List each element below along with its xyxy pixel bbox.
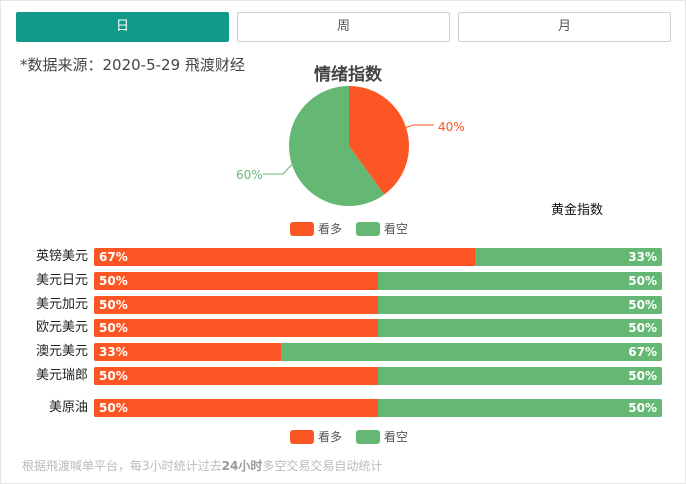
pie-leader-line-bull: [405, 124, 434, 128]
row-bull-pct: 50%: [99, 401, 128, 415]
row-bar-bull: [94, 399, 378, 417]
legend-swatch-bear[interactable]: [355, 221, 380, 236]
footnote-pre: 根据飛渡喊单平台，每3小时统计过去: [22, 459, 222, 473]
row-bar[interactable]: 50% 50%: [94, 399, 662, 417]
row-bar[interactable]: 33% 67%: [94, 343, 662, 361]
row-bear-pct: 50%: [628, 321, 657, 335]
pie-label-bull: 40%: [438, 120, 465, 134]
row-bull-pct: 50%: [99, 274, 128, 288]
row-bull-pct: 67%: [99, 250, 128, 264]
sentiment-row: 欧元美元 50% 50%: [16, 318, 664, 338]
sentiment-row: 美原油 50% 50%: [16, 398, 664, 418]
row-bear-pct: 33%: [628, 250, 657, 264]
row-bear-pct: 50%: [628, 274, 657, 288]
pie-label-bear: 60%: [236, 168, 263, 182]
row-bar-bear: [378, 399, 662, 417]
row-bar[interactable]: 50% 50%: [94, 272, 662, 290]
bars-legend: 看多 看空: [290, 428, 418, 444]
legend-swatch-bull[interactable]: [290, 429, 314, 444]
row-bar-bull: [94, 296, 378, 314]
legend-swatch-bull[interactable]: [290, 221, 314, 236]
row-name: 澳元美元: [35, 344, 88, 359]
row-bear-pct: 50%: [628, 401, 657, 415]
row-name: 美元加元: [35, 297, 88, 312]
legend-label-bear[interactable]: 看空: [384, 430, 408, 444]
footnote: 根据飛渡喊单平台，每3小时统计过去24小时多空交易交易自动统计: [22, 457, 382, 474]
row-bar-bull: [94, 367, 378, 385]
row-bull-pct: 50%: [99, 321, 128, 335]
row-bear-pct: 50%: [628, 298, 657, 312]
row-bar-bear: [378, 296, 662, 314]
row-bar[interactable]: 50% 50%: [94, 319, 662, 337]
legend-label-bull[interactable]: 看多: [318, 222, 342, 236]
row-name: 美元日元: [35, 273, 88, 288]
sentiment-row: 美元加元 50% 50%: [16, 295, 664, 315]
row-bar-bull: [94, 248, 475, 266]
gold-index-label: 黄金指数: [551, 203, 604, 218]
row-bar[interactable]: 50% 50%: [94, 296, 662, 314]
pie-leader-line-bear: [263, 164, 293, 175]
row-bear-pct: 67%: [628, 345, 657, 359]
sentiment-row: 美元日元 50% 50%: [16, 271, 664, 291]
row-name: 欧元美元: [35, 320, 88, 335]
legend-label-bear[interactable]: 看空: [384, 222, 408, 236]
row-bar[interactable]: 50% 50%: [94, 367, 662, 385]
row-name: 美原油: [48, 400, 88, 415]
row-bear-pct: 50%: [628, 369, 657, 383]
row-bar-bear: [281, 343, 662, 361]
pie-legend: 看多 看空: [290, 220, 418, 236]
row-bull-pct: 50%: [99, 298, 128, 312]
sentiment-row: 澳元美元 33% 67%: [16, 342, 664, 362]
row-bar[interactable]: 67% 33%: [94, 248, 662, 266]
legend-swatch-bear[interactable]: [355, 429, 380, 444]
row-bar-bear: [378, 272, 662, 290]
row-bar-bear: [378, 319, 662, 337]
footnote-bold: 24小时: [221, 459, 263, 473]
row-bar-bull: [94, 319, 378, 337]
sentiment-row: 美元瑞郎 50% 50%: [16, 366, 664, 386]
legend-label-bull[interactable]: 看多: [318, 430, 342, 444]
row-bar-bear: [378, 367, 662, 385]
footnote-post: 多空交易交易自动统计: [262, 459, 383, 473]
sentiment-row: 英镑美元 67% 33%: [16, 247, 664, 267]
row-name: 英镑美元: [35, 249, 88, 264]
row-bar-bull: [94, 272, 378, 290]
row-bull-pct: 50%: [99, 369, 128, 383]
row-name: 美元瑞郎: [35, 368, 88, 383]
row-bull-pct: 33%: [99, 345, 128, 359]
